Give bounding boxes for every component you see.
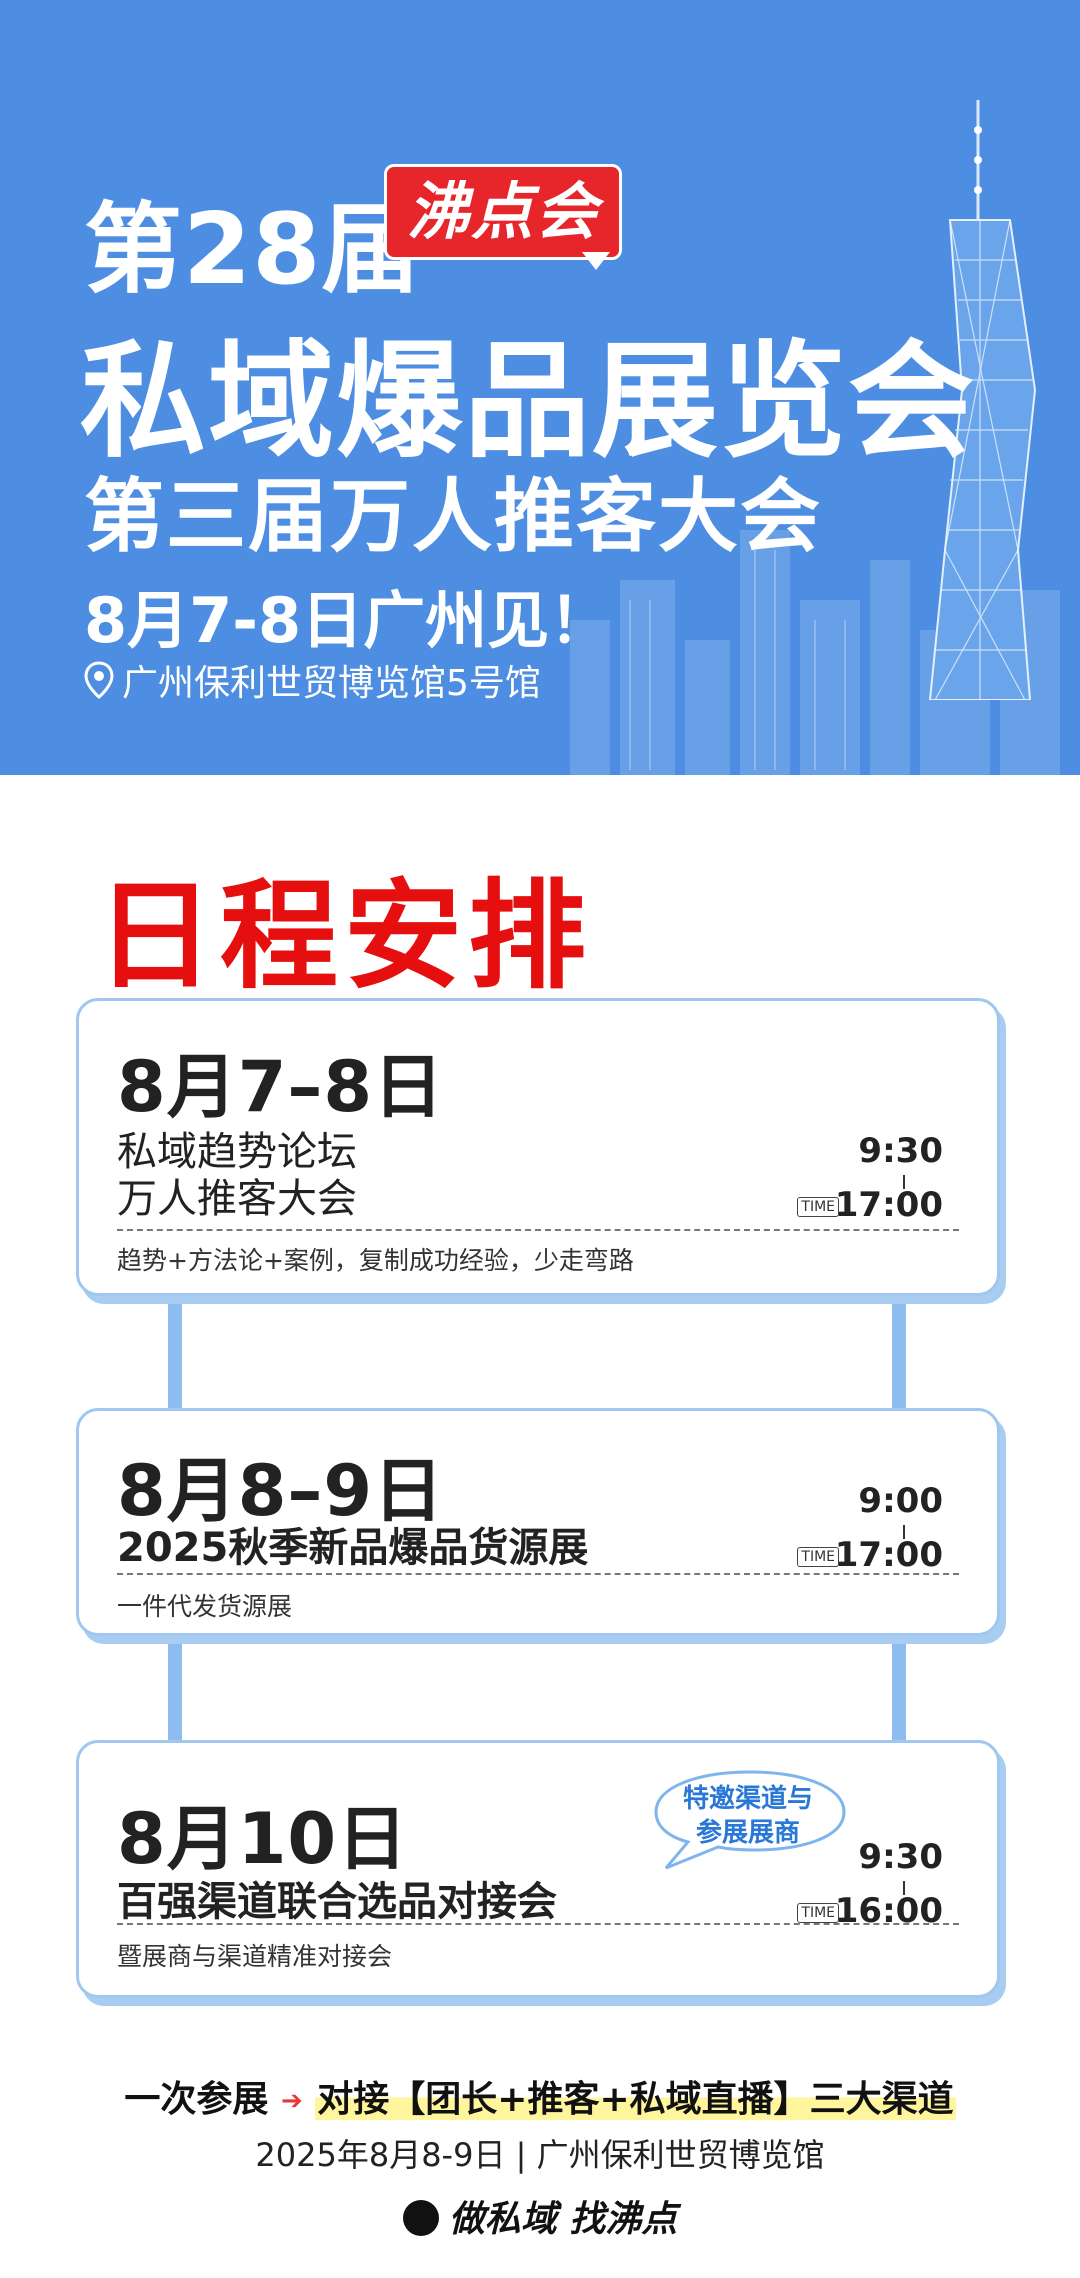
brand-logo-icon [402, 2200, 439, 2236]
card-session: 2025秋季新品爆品货源展 [117, 1525, 589, 1571]
bubble-line: 特邀渠道与 [682, 1784, 813, 1814]
guest-callout-bubble: 特邀渠道与 参展展商 [650, 1768, 850, 1874]
timeline-connector [168, 1290, 182, 1420]
conference-subtitle: 第三届万人推客大会 [84, 470, 822, 563]
location-pin-icon [84, 661, 114, 699]
footer-highlight: 对接【团长+推客+私域直播】三大渠道 [315, 2079, 956, 2120]
time-range: 9:30 TIME 17:00 [793, 1131, 943, 1231]
dashed-divider [117, 1229, 959, 1231]
footer-prefix: 一次参展 [124, 2079, 269, 2120]
edition-number: 第28届 [84, 193, 421, 307]
timeline-connector [892, 1290, 906, 1420]
brand-badge: 沸点会 [384, 164, 624, 270]
schedule-card: 8月7–8日 私域趋势论坛 万人推客大会 9:30 TIME 17:00 趋势+… [76, 998, 1000, 1296]
card-date: 8月7–8日 [117, 1046, 445, 1128]
time-start: 9:30 [858, 1837, 943, 1877]
time-end: 17:00 [834, 1535, 943, 1575]
footer-tagline: 一次参展 ➔ 对接【团长+推客+私域直播】三大渠道 [0, 2070, 1080, 2122]
venue-text: 广州保利世贸博览馆5号馆 [122, 663, 541, 704]
card-session: 百强渠道联合选品对接会 [117, 1879, 557, 1925]
hero-banner: 第28届 沸点会 私域爆品展览会 第三届万人推客大会 8月7-8日广州见！ 广州… [0, 0, 1080, 775]
event-date: 8月7-8日广州见！ [84, 584, 612, 657]
card-note: 趋势+方法论+案例，复制成功经验，少走弯路 [117, 1246, 634, 1275]
dashed-divider [117, 1573, 959, 1575]
time-start: 9:00 [858, 1481, 943, 1521]
time-end: 17:00 [834, 1185, 943, 1225]
time-range: 9:00 TIME 17:00 [793, 1481, 943, 1581]
arrow-right-icon: ➔ [280, 2086, 303, 2116]
footer-slogan-logo: 做私域 找沸点 [0, 2190, 1080, 2242]
bubble-line: 参展展商 [695, 1818, 800, 1848]
dashed-divider [117, 1923, 959, 1925]
time-tag: TIME [797, 1197, 839, 1217]
card-note: 暨展商与渠道精准对接会 [117, 1942, 393, 1971]
bubble-text: 特邀渠道与 参展展商 [650, 1782, 846, 1850]
card-session: 万人推客大会 [117, 1176, 357, 1222]
schedule-card: 8月10日 百强渠道联合选品对接会 9:30 TIME 16:00 暨展商与渠道… [76, 1740, 1000, 1998]
card-note: 一件代发货源展 [117, 1592, 293, 1621]
time-tag: TIME [797, 1547, 839, 1567]
venue-line: 广州保利世贸博览馆5号馆 [84, 654, 541, 706]
time-tag: TIME [797, 1903, 839, 1923]
footer-info: 2025年8月8-9日 | 广州保利世贸博览馆 [255, 2136, 825, 2174]
brand-badge-label: 沸点会 [406, 175, 599, 248]
time-start: 9:30 [858, 1131, 943, 1171]
schedule-card: 8月8–9日 2025秋季新品爆品货源展 9:00 TIME 17:00 一件代… [76, 1408, 1000, 1636]
footer-slogan: 做私域 找沸点 [448, 2199, 678, 2240]
time-end: 16:00 [834, 1891, 943, 1931]
schedule-heading: 日程安排 [96, 866, 593, 1005]
